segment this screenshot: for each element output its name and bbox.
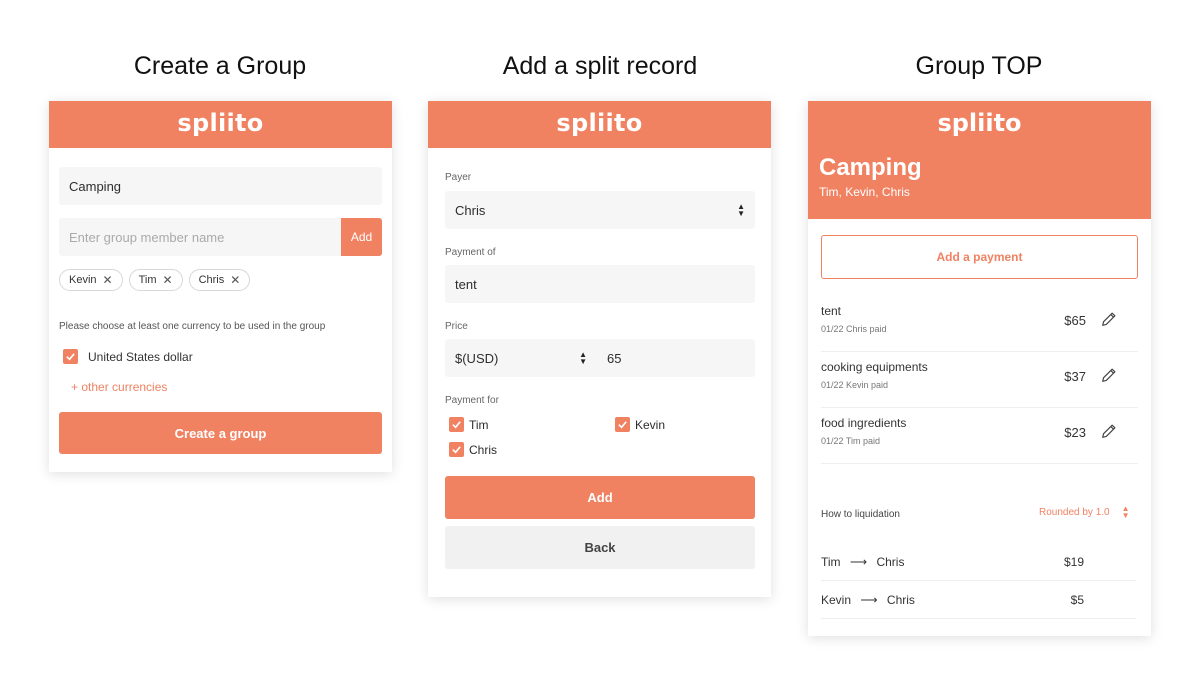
payer-select[interactable]: Chris ▲ ▼ — [445, 191, 755, 229]
close-icon[interactable]: ✕ — [163, 273, 173, 287]
payment-for-kevin[interactable]: Kevin — [615, 417, 665, 432]
settlement-amount: $5 — [1070, 593, 1084, 607]
brand-logo: spliito — [556, 109, 643, 137]
brand-logo: spliito — [937, 109, 1022, 137]
group-members: Tim, Kevin, Chris — [819, 185, 910, 199]
create-group-button[interactable]: Create a group — [59, 412, 382, 454]
app-header: spliito — [428, 101, 771, 148]
pencil-icon[interactable] — [1100, 422, 1118, 440]
add-record-label: Add — [587, 490, 613, 505]
add-payment-button[interactable]: Add a payment — [821, 235, 1138, 279]
currency-value: $(USD) — [455, 350, 499, 366]
payment-name: cooking equipments — [821, 360, 928, 374]
arrow-right-icon: ⟶ — [849, 555, 868, 569]
settlement-row: Kevin ⟶ Chris $5 — [821, 581, 1136, 619]
payment-amount: $23 — [1064, 425, 1086, 440]
currency-hint: Please choose at least one currency to b… — [59, 321, 326, 332]
payment-of-value: tent — [455, 276, 477, 292]
check-icon[interactable] — [449, 417, 464, 432]
member-chip-label: Tim — [138, 274, 157, 286]
member-chip-label: Chris — [198, 274, 225, 286]
group-header: spliito Camping Tim, Kevin, Chris — [808, 101, 1151, 219]
add-record-button[interactable]: Add — [445, 476, 755, 519]
payment-sub: 01/22 Tim paid — [821, 436, 881, 446]
screen-title-group-top: Group TOP — [915, 52, 1043, 80]
payment-amount: $37 — [1064, 369, 1086, 384]
rounding-select[interactable]: Rounded by 1.0 ▲ ▼ — [1039, 504, 1130, 520]
payment-row[interactable]: tent 01/22 Chris paid $65 — [821, 296, 1138, 352]
payer-value: Chris — [455, 202, 486, 218]
payment-for-name: Kevin — [635, 417, 666, 432]
price-label: Price — [445, 321, 468, 332]
select-arrows-icon: ▲ ▼ — [737, 202, 745, 218]
payment-for-tim[interactable]: Tim — [449, 417, 489, 432]
close-icon[interactable]: ✕ — [103, 273, 113, 287]
member-name-placeholder: Enter group member name — [69, 229, 225, 245]
app-header: spliito — [49, 101, 392, 148]
select-arrows-icon: ▲ ▼ — [1121, 504, 1130, 520]
price-input[interactable]: 65 — [597, 339, 755, 377]
member-name-input[interactable]: Enter group member name — [59, 218, 342, 256]
select-arrows-icon: ▲ ▼ — [579, 350, 587, 366]
screen-title-add-split: Add a split record — [502, 52, 698, 80]
member-chip-chris: Chris ✕ — [188, 269, 251, 291]
currency-select[interactable]: $(USD) ▲ ▼ — [445, 339, 597, 377]
member-chip-tim: Tim ✕ — [128, 269, 183, 291]
payment-for-chris[interactable]: Chris — [449, 442, 497, 457]
price-value: 65 — [607, 350, 622, 366]
rounding-value: Rounded by 1.0 — [1039, 506, 1110, 518]
close-icon[interactable]: ✕ — [230, 273, 240, 287]
currency-option-label: United States dollar — [88, 349, 193, 364]
add-member-button[interactable]: Add — [341, 218, 382, 256]
settlement-parties: Kevin ⟶ Chris — [821, 593, 915, 607]
screen-title-create-group: Create a Group — [133, 52, 307, 80]
member-chip-kevin: Kevin ✕ — [59, 269, 123, 291]
pencil-icon[interactable] — [1100, 310, 1118, 328]
arrow-right-icon: ⟶ — [860, 593, 878, 607]
payment-for-label: Payment for — [445, 395, 499, 406]
back-label: Back — [584, 540, 616, 555]
add-member-label: Add — [350, 230, 373, 244]
pencil-icon[interactable] — [1100, 366, 1118, 384]
payment-of-label: Payment of — [445, 247, 496, 258]
liquidation-label: How to liquidation — [821, 509, 900, 520]
payment-name: food ingredients — [821, 416, 907, 430]
settlement-row: Tim ⟶ Chris $19 — [821, 543, 1136, 581]
group-name-value: Camping — [69, 178, 122, 194]
member-chip-label: Kevin — [69, 274, 97, 286]
check-icon[interactable] — [615, 417, 630, 432]
payment-sub: 01/22 Chris paid — [821, 324, 887, 334]
other-currencies-link[interactable]: + other currencies — [71, 380, 167, 394]
check-icon[interactable] — [449, 442, 464, 457]
settlement-from: Kevin — [821, 593, 852, 607]
settlement-amount: $19 — [1063, 555, 1084, 569]
member-chips: Kevin ✕ Tim ✕ Chris ✕ — [59, 269, 256, 291]
payment-of-input[interactable]: tent — [445, 265, 755, 303]
group-top-screen: spliito Camping Tim, Kevin, Chris Add a … — [808, 101, 1151, 636]
create-group-label: Create a group — [174, 425, 267, 441]
payment-row[interactable]: food ingredients 01/22 Tim paid $23 — [821, 408, 1138, 464]
payment-for-name: Tim — [469, 417, 489, 432]
brand-logo: spliito — [177, 109, 264, 137]
group-name-input[interactable]: Camping — [59, 167, 382, 205]
payment-sub: 01/22 Kevin paid — [821, 380, 889, 390]
currency-option-usd[interactable]: United States dollar — [63, 349, 193, 364]
payment-name: tent — [821, 304, 842, 318]
payment-row[interactable]: cooking equipments 01/22 Kevin paid $37 — [821, 352, 1138, 408]
check-icon[interactable] — [63, 349, 78, 364]
group-name: Camping — [819, 154, 922, 181]
settlement-to: Chris — [886, 593, 915, 607]
settlement-to: Chris — [876, 555, 905, 569]
payment-amount: $65 — [1064, 313, 1086, 328]
payer-label: Payer — [445, 172, 472, 183]
payment-for-name: Chris — [469, 442, 498, 457]
settlement-parties: Tim ⟶ Chris — [821, 555, 904, 569]
create-group-screen: spliito Camping Enter group member name … — [49, 101, 392, 472]
settlement-from: Tim — [821, 555, 841, 569]
back-button[interactable]: Back — [445, 526, 755, 569]
add-split-screen: spliito Payer Chris ▲ ▼ Payment of tent P… — [428, 101, 771, 597]
add-payment-label: Add a payment — [936, 250, 1023, 264]
